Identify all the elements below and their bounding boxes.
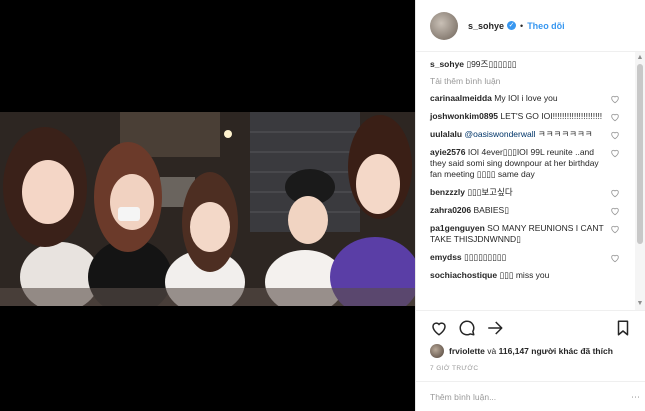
post-photo[interactable]: [0, 112, 415, 306]
likes-count[interactable]: 116,147: [499, 346, 529, 356]
comment-input[interactable]: [430, 390, 620, 404]
list-item: zahra0206 BABIES▯: [430, 205, 632, 216]
scroll-thumb[interactable]: [637, 64, 643, 244]
comment-username[interactable]: benzzzly: [430, 187, 465, 197]
comment-icon[interactable]: [458, 319, 476, 337]
avatar[interactable]: [430, 11, 458, 40]
liker-avatar[interactable]: [430, 344, 444, 358]
add-comment-bar: ⋯: [416, 381, 645, 411]
post-sidebar: s_sohye ✓ • Theo dõi s_sohye ▯99즈▯▯▯▯▯▯ …: [415, 0, 645, 411]
liker-username[interactable]: frviolette: [449, 346, 485, 356]
heart-icon[interactable]: [430, 319, 448, 337]
separator-dot: •: [520, 20, 524, 31]
post-timestamp[interactable]: 7 GIỜ TRƯỚC: [430, 365, 478, 372]
heart-icon[interactable]: [610, 253, 620, 263]
comments-scrollbar[interactable]: ▲ ▼: [635, 52, 645, 310]
action-bar: [416, 310, 645, 340]
comment-username[interactable]: ayie2576: [430, 147, 465, 157]
likes-connector: và: [487, 346, 497, 356]
comment-text: ▯▯▯▯▯▯▯▯▯: [464, 252, 507, 262]
scroll-up-icon[interactable]: ▲: [636, 54, 644, 62]
likes-summary: frviolette và 116,147 người khác đã thíc…: [430, 344, 613, 358]
comment-username[interactable]: joshwonkim0895: [430, 111, 498, 121]
verified-icon: ✓: [507, 21, 517, 30]
list-item: ayie2576 IOI 4ever▯▯▯IOI 99L reunite ..a…: [430, 147, 632, 180]
comment-text: BABIES▯: [473, 205, 509, 215]
list-item: uulalalu @oasiswonderwall ㅋㅋㅋㅋㅋㅋㅋ: [430, 129, 632, 140]
follow-button[interactable]: Theo dõi: [527, 21, 565, 31]
comment-username[interactable]: pa1genguyen: [430, 223, 485, 233]
likes-suffix[interactable]: người khác đã thích: [531, 346, 613, 356]
list-item: pa1genguyen SO MANY REUNIONS I CANT TAKE…: [430, 223, 632, 245]
comment-username[interactable]: emydss: [430, 252, 462, 262]
comment-username[interactable]: carinaalmeidda: [430, 93, 492, 103]
list-item: benzzzly ▯▯▯보고싶다: [430, 187, 632, 198]
comment-text: ㅋㅋㅋㅋㅋㅋㅋ: [537, 129, 593, 139]
list-item: carinaalmeidda My IOI i love you: [430, 93, 632, 104]
heart-icon[interactable]: [610, 112, 620, 122]
post-header: s_sohye ✓ • Theo dõi: [416, 0, 645, 52]
caption: s_sohye ▯99즈▯▯▯▯▯▯: [430, 59, 632, 70]
comment-text: LET'S GO IOI!!!!!!!!!!!!!!!!!!!!!: [500, 111, 603, 121]
photo-pane: [0, 0, 415, 411]
share-icon[interactable]: [486, 319, 504, 337]
post-username[interactable]: s_sohye: [468, 21, 504, 31]
heart-icon[interactable]: [610, 224, 620, 234]
load-more-comments[interactable]: Tải thêm bình luận: [430, 76, 632, 86]
comment-username[interactable]: zahra0206: [430, 205, 471, 215]
comment-text: My IOI i love you: [494, 93, 558, 103]
list-item: emydss ▯▯▯▯▯▯▯▯▯: [430, 252, 632, 263]
comment-mention[interactable]: @oasiswonderwall: [465, 129, 536, 139]
heart-icon[interactable]: [610, 130, 620, 140]
comment-username[interactable]: uulalalu: [430, 129, 462, 139]
comments-list[interactable]: s_sohye ▯99즈▯▯▯▯▯▯ Tải thêm bình luận ca…: [416, 52, 645, 310]
scroll-down-icon[interactable]: ▼: [636, 300, 644, 308]
list-item: sochiachostique ▯▯▯ miss you: [430, 270, 632, 281]
comment-text: ▯▯▯보고싶다: [467, 187, 513, 197]
more-options-icon[interactable]: ⋯: [631, 392, 640, 403]
caption-text: ▯99즈▯▯▯▯▯▯: [466, 59, 517, 69]
heart-icon[interactable]: [610, 188, 620, 198]
heart-icon[interactable]: [610, 94, 620, 104]
heart-icon[interactable]: [610, 206, 620, 216]
caption-username[interactable]: s_sohye: [430, 59, 464, 69]
photo-illustration: [0, 112, 415, 306]
bookmark-icon[interactable]: [614, 319, 632, 337]
list-item: joshwonkim0895 LET'S GO IOI!!!!!!!!!!!!!…: [430, 111, 632, 122]
heart-icon[interactable]: [610, 148, 620, 158]
comment-username[interactable]: sochiachostique: [430, 270, 497, 280]
comment-text: ▯▯▯ miss you: [499, 270, 550, 280]
